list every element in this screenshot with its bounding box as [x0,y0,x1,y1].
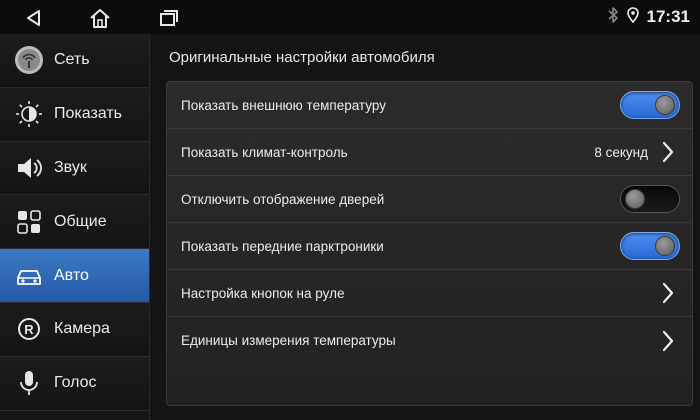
back-icon[interactable] [20,4,48,32]
sidebar-item-general[interactable]: Общие [0,195,149,250]
settings-sidebar: Сеть Показать Звук Общие Авто R Камера Г… [0,34,150,420]
sidebar-item-network[interactable]: Сеть [0,34,149,88]
sidebar-item-voice[interactable]: Голос [0,356,149,411]
camera-r-icon: R [14,314,44,344]
sidebar-item-camera[interactable]: R Камера [0,302,149,357]
recent-apps-icon[interactable] [155,4,183,32]
chevron-right-icon[interactable] [660,281,676,305]
toggle-knob [655,95,675,115]
page-title: Оригинальные настройки автомобиля [169,49,435,66]
sidebar-item-label: Сеть [54,51,90,69]
setting-row-front-parking-sensors[interactable]: Показать передние парктроники [167,223,692,270]
speaker-icon [14,153,44,183]
car-icon [14,261,44,291]
sidebar-item-label: Общие [54,212,107,230]
setting-value: 8 секунд [594,144,648,160]
status-bar: 17:31 [0,0,700,34]
setting-label: Единицы измерения температуры [181,333,396,348]
sidebar-item-label: Камера [54,320,110,338]
setting-row-outside-temp[interactable]: Показать внешнюю температуру [167,82,692,129]
outside-temp-toggle[interactable] [620,91,680,119]
toggle-knob [625,189,645,209]
front-parking-sensors-toggle[interactable] [620,232,680,260]
bluetooth-icon [607,6,619,29]
sidebar-item-label: Звук [54,158,87,176]
microphone-icon [14,368,44,398]
brightness-icon [14,99,44,129]
home-icon[interactable] [86,4,114,32]
setting-label: Отключить отображение дверей [181,191,385,207]
chevron-right-icon[interactable] [660,329,676,353]
svg-text:R: R [24,322,34,337]
setting-label: Показать внешнюю температуру [181,97,386,113]
setting-label: Показать климат-контроль [181,144,348,160]
toggle-knob [655,236,675,256]
setting-row-door-display[interactable]: Отключить отображение дверей [167,176,692,223]
setting-label: Настройка кнопок на руле [181,285,345,301]
settings-panel: Показать внешнюю температуру Показать кл… [166,81,693,406]
sidebar-item-label: Голос [54,374,97,392]
sidebar-item-auto[interactable]: Авто [0,249,149,303]
setting-row-steering-buttons[interactable]: Настройка кнопок на руле [167,270,692,317]
setting-row-temp-units[interactable]: Единицы измерения температуры [167,317,692,364]
sidebar-item-display[interactable]: Показать [0,87,149,142]
clock: 17:31 [646,7,690,26]
setting-row-climate-control[interactable]: Показать климат-контроль 8 секунд [167,129,692,176]
chevron-right-icon[interactable] [660,140,676,164]
location-icon [626,6,639,28]
sidebar-item-sound[interactable]: Звук [0,141,149,196]
settings-content: Оригинальные настройки автомобиля Показа… [150,34,700,420]
sidebar-item-label: Показать [54,105,123,123]
network-icon [14,45,44,75]
door-display-toggle[interactable] [620,185,680,213]
setting-label: Показать передние парктроники [181,238,384,254]
sidebar-item-label: Авто [54,266,89,284]
grid-icon [14,207,44,237]
